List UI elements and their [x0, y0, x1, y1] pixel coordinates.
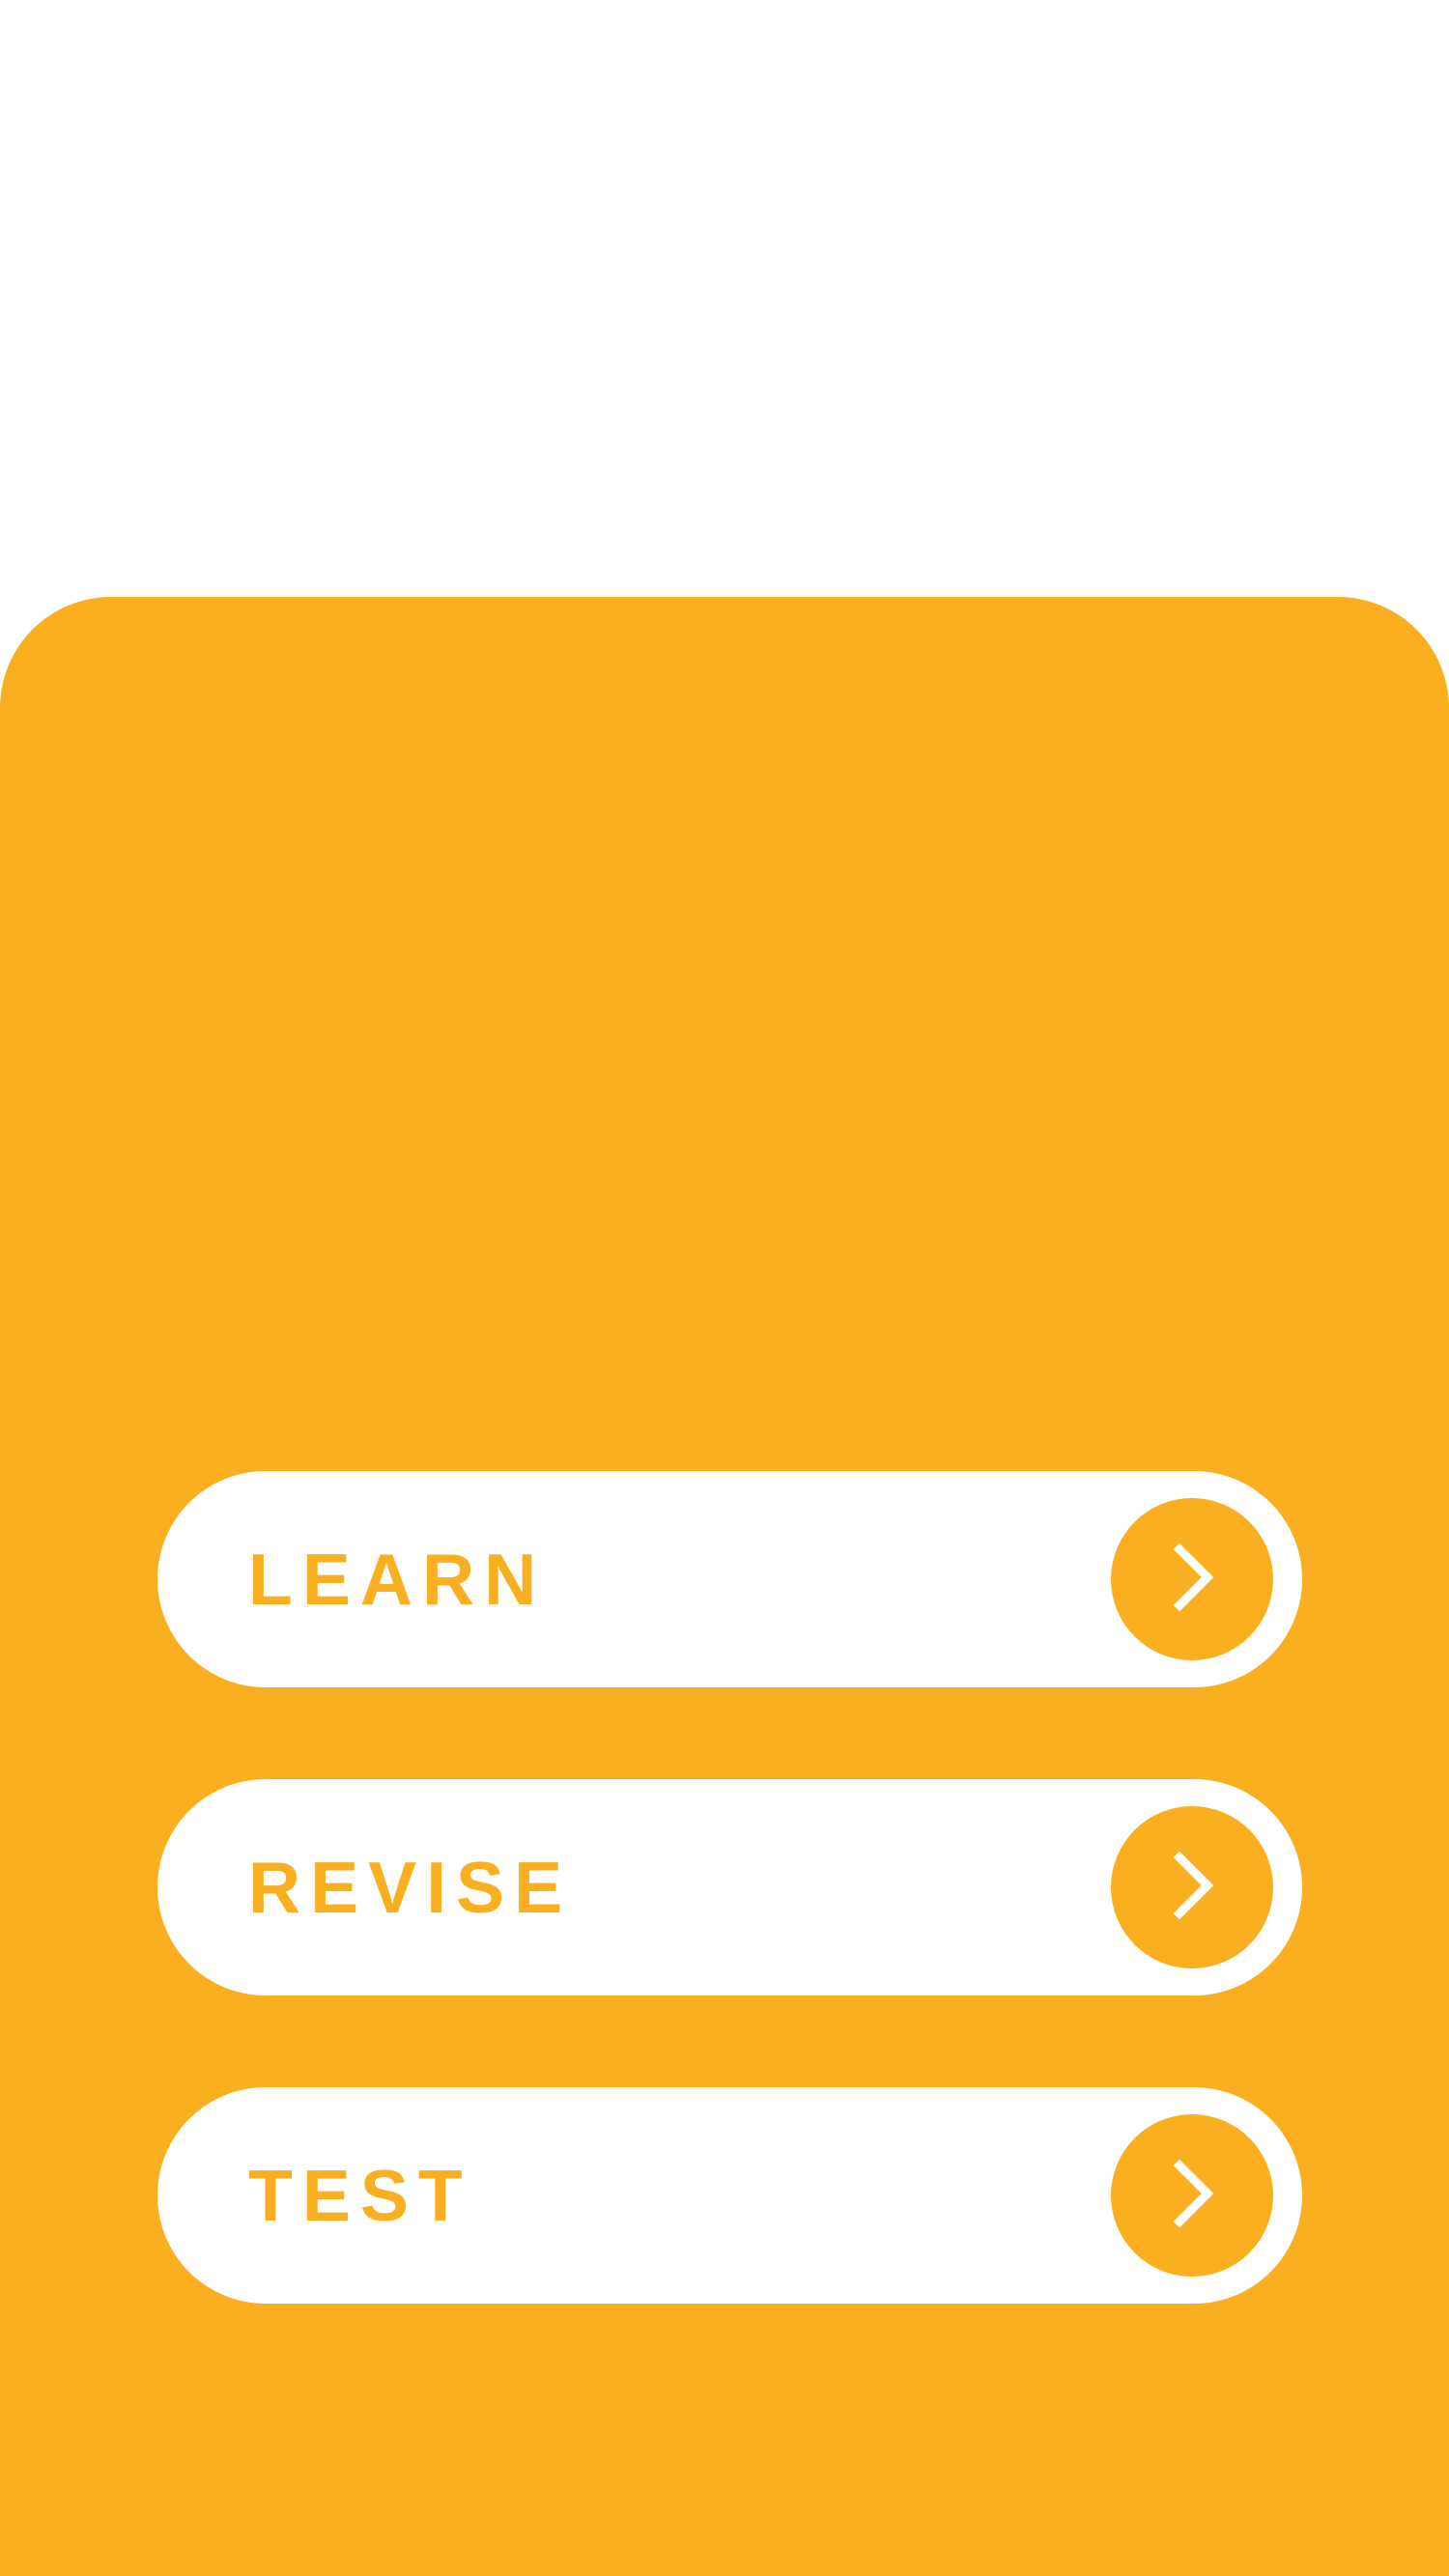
learn-label: LEARN [248, 1539, 547, 1620]
revise-button[interactable]: REVISE [157, 1779, 1302, 1996]
app-screen: LEARN REVISE TEST [0, 0, 1449, 2576]
test-label: TEST [248, 2155, 472, 2236]
revise-arrow-button[interactable] [1111, 1806, 1273, 1968]
chevron-right-icon [1173, 1543, 1214, 1612]
chevron-right-icon [1173, 1851, 1214, 1920]
test-button[interactable]: TEST [157, 2087, 1302, 2304]
main-menu: LEARN REVISE TEST [157, 1471, 1302, 2304]
learn-button[interactable]: LEARN [157, 1471, 1302, 1687]
learn-arrow-button[interactable] [1111, 1498, 1273, 1660]
chevron-right-icon [1173, 2159, 1214, 2228]
revise-label: REVISE [248, 1847, 573, 1928]
test-arrow-button[interactable] [1111, 2114, 1273, 2277]
menu-panel: LEARN REVISE TEST [0, 597, 1449, 2576]
